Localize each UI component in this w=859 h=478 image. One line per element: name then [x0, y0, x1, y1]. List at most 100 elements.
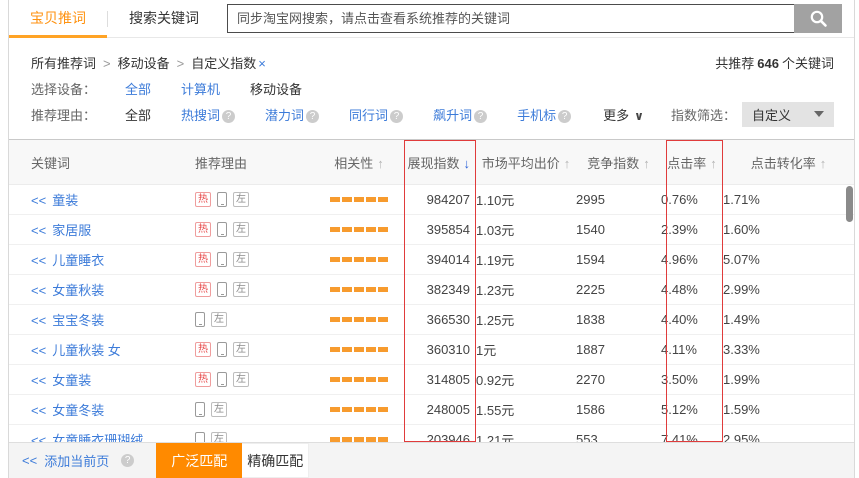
relevance-bar — [342, 347, 352, 352]
sort-up-icon[interactable]: ↑ — [643, 156, 650, 171]
table-row: <<女童秋装热左3823491.23元22254.48%2.99% — [9, 275, 854, 305]
sort-up-icon[interactable]: ↑ — [820, 156, 827, 171]
sort-down-icon[interactable]: ↓ — [464, 156, 471, 171]
index-filter-dropdown[interactable]: 自定义 — [742, 102, 834, 127]
relevance-bar — [330, 197, 340, 202]
table-body: <<童装热左9842071.10元29950.76%1.71%<<家居服热左39… — [9, 185, 854, 442]
impression-index-value: 366530 — [404, 312, 476, 327]
keyword-label: 女童睡衣珊瑚绒 — [52, 433, 143, 442]
more-button[interactable]: 更多∨ — [603, 105, 644, 124]
cvr-value: 1.71% — [723, 192, 854, 207]
sort-up-icon[interactable]: ↑ — [377, 156, 384, 171]
keyword-link[interactable]: <<女童睡衣珊瑚绒 — [9, 430, 189, 442]
hot-tag-icon: 热 — [195, 192, 211, 207]
help-icon[interactable]: ? — [306, 110, 319, 123]
double-arrow-icon: << — [31, 313, 46, 328]
search-input[interactable] — [227, 4, 794, 33]
help-icon[interactable]: ? — [558, 110, 571, 123]
reason-option[interactable]: 热搜词? — [181, 105, 235, 124]
breadcrumb: 所有推荐词>移动设备>自定义指数× — [31, 53, 266, 72]
reason-option[interactable]: 同行词? — [349, 105, 403, 124]
relevance-bar — [354, 197, 364, 202]
keyword-link[interactable]: <<宝宝冬装 — [9, 310, 189, 329]
sort-up-icon[interactable]: ↑ — [564, 156, 571, 171]
impression-index-value: 395854 — [404, 222, 476, 237]
add-current-page-link[interactable]: << 添加当前页 — [9, 443, 109, 478]
reason-tags: 左 — [189, 432, 314, 442]
tab-search-keywords[interactable]: 搜索关键词 — [108, 0, 220, 37]
column-header[interactable]: 相关性 ↑ — [314, 153, 404, 172]
relevance-bars — [314, 317, 404, 322]
relevance-bar — [378, 317, 388, 322]
breadcrumb-item[interactable]: 自定义指数 — [191, 56, 256, 71]
relevance-bar — [342, 407, 352, 412]
device-option[interactable]: 全部 — [125, 79, 151, 98]
reason-option[interactable]: 飙升词? — [433, 105, 487, 124]
keyword-link[interactable]: <<童装 — [9, 190, 189, 209]
breadcrumb-item[interactable]: 所有推荐词 — [31, 56, 96, 71]
help-icon[interactable]: ? — [390, 110, 403, 123]
more-label: 更多 — [603, 108, 629, 123]
keyword-link[interactable]: <<家居服 — [9, 220, 189, 239]
device-option[interactable]: 计算机 — [181, 79, 220, 98]
keyword-link[interactable]: <<女童装 — [9, 370, 189, 389]
keyword-label: 儿童睡衣 — [52, 253, 104, 268]
impression-index-value: 360310 — [404, 342, 476, 357]
broad-match-button[interactable]: 广泛匹配 — [156, 443, 242, 478]
ctr-value: 5.12% — [661, 402, 723, 417]
column-header-label: 相关性 — [334, 156, 373, 171]
reason-filter-label: 推荐理由： — [31, 105, 125, 124]
reason-option[interactable]: 潜力词? — [265, 105, 319, 124]
column-header[interactable]: 点击转化率↑ — [723, 153, 854, 172]
keyword-link[interactable]: << 儿童睡衣 — [9, 250, 189, 269]
table-row: <<女童装热左3148050.92元22703.50%1.99% — [9, 365, 854, 395]
keyword-link[interactable]: <<女童秋装 — [9, 280, 189, 299]
hot-tag-icon: 热 — [195, 342, 211, 357]
relevance-bars — [314, 377, 404, 382]
column-header[interactable]: 推荐理由 — [189, 153, 314, 172]
cvr-value: 1.49% — [723, 312, 854, 327]
table-row: <<家居服热左3958541.03元15402.39%1.60% — [9, 215, 854, 245]
help-icon[interactable]: ? — [121, 454, 134, 467]
relevance-bar — [378, 437, 388, 442]
column-header-label: 市场平均出价 — [482, 156, 560, 171]
help-icon[interactable]: ? — [474, 110, 487, 123]
breadcrumb-separator: > — [103, 56, 111, 71]
double-arrow-icon: << — [31, 253, 46, 268]
relevance-bars — [314, 407, 404, 412]
relevance-bar — [366, 347, 376, 352]
left-tag-icon: 左 — [233, 222, 249, 237]
column-header[interactable]: 展现指数↓ — [404, 153, 476, 172]
relevance-bar — [342, 287, 352, 292]
column-header[interactable]: 点击率↑ — [661, 153, 723, 172]
column-header[interactable]: 竞争指数↑ — [576, 153, 661, 172]
search-button[interactable] — [794, 4, 842, 33]
help-icon[interactable]: ? — [222, 110, 235, 123]
reason-tags: 热左 — [189, 282, 314, 297]
cvr-value: 5.07% — [723, 252, 854, 267]
reason-option[interactable]: 全部 — [125, 105, 151, 124]
keyword-link[interactable]: <<儿童秋装 女 — [9, 340, 189, 359]
column-header[interactable]: 市场平均出价 ↑ — [476, 153, 576, 172]
keyword-label: 家居服 — [52, 223, 91, 238]
exact-match-button[interactable]: 精确匹配 — [242, 443, 309, 478]
reason-option[interactable]: 手机标? — [517, 105, 571, 124]
keyword-link[interactable]: <<女童冬装 — [9, 400, 189, 419]
breadcrumb-item[interactable]: 移动设备 — [118, 56, 170, 71]
relevance-bar — [378, 347, 388, 352]
sort-up-icon[interactable]: ↑ — [710, 156, 717, 171]
cvr-value: 1.60% — [723, 222, 854, 237]
relevance-bars — [314, 197, 404, 202]
tab-product-keywords[interactable]: 宝贝推词 — [9, 0, 107, 37]
relevance-bar — [366, 227, 376, 232]
device-option[interactable]: 移动设备 — [250, 79, 302, 98]
relevance-bar — [366, 197, 376, 202]
breadcrumb-remove-icon[interactable]: × — [258, 56, 266, 71]
scrollbar-thumb[interactable] — [846, 186, 853, 222]
avg-price-value: 1.19元 — [476, 250, 576, 269]
relevance-bar — [342, 317, 352, 322]
column-header[interactable]: 关键词 — [9, 153, 189, 172]
keyword-tool-panel: 宝贝推词 搜索关键词 所有推荐词>移动设备>自定义指数× 共推荐646个关键词 … — [8, 0, 855, 478]
impression-index-value: 203946 — [404, 432, 476, 442]
avg-price-value: 1元 — [476, 340, 576, 359]
